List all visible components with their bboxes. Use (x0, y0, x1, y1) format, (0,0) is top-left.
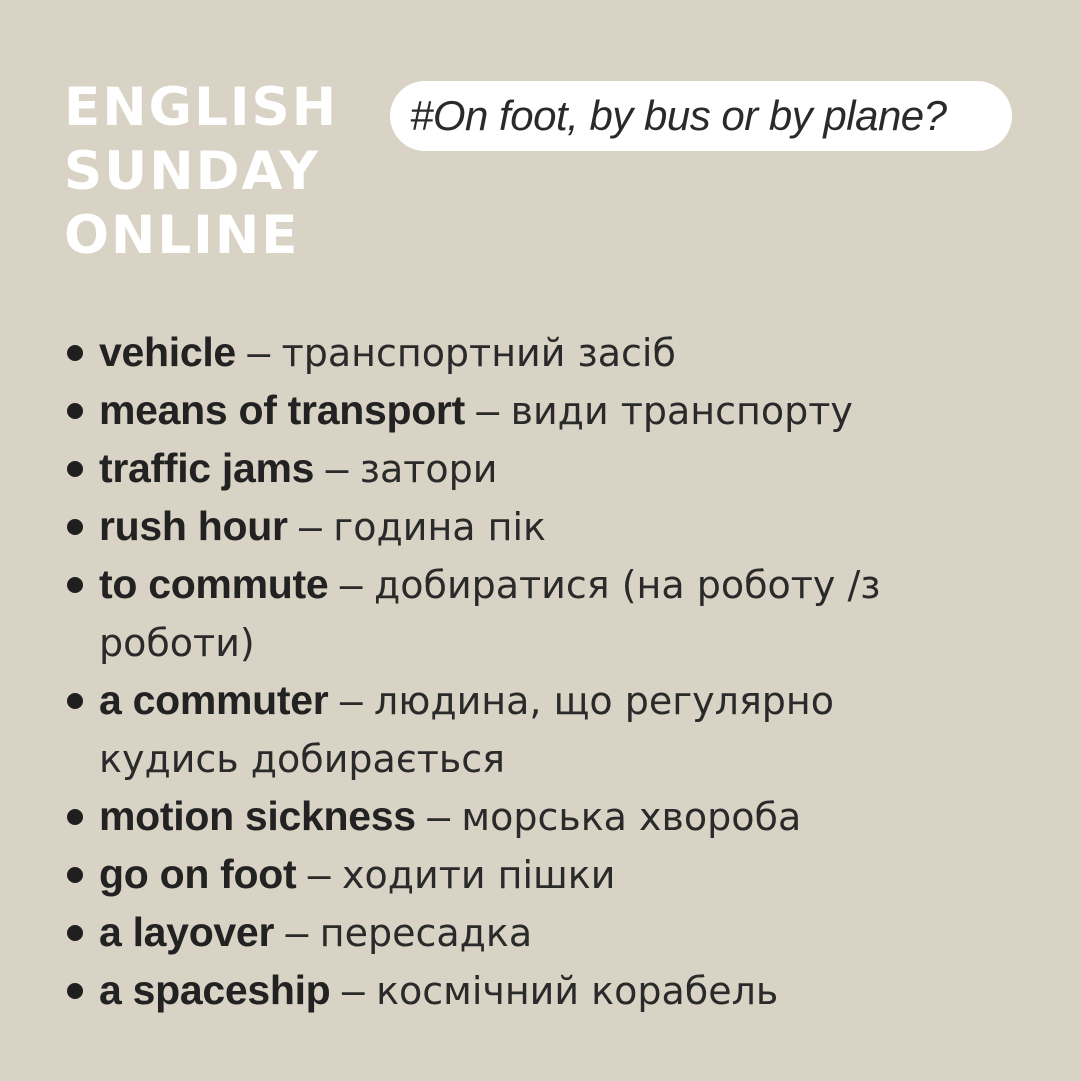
bullet-icon (67, 461, 83, 477)
brand-line-sunday: SUNDAY (64, 141, 320, 202)
bullet-icon (67, 345, 83, 361)
vocabulary-translation: ходити пішки (341, 853, 616, 897)
vocabulary-item: to commute – добиратися (на роботу /з ро… (64, 556, 939, 672)
vocabulary-term: a spaceship (99, 967, 331, 1013)
vocabulary-list: vehicle – транспортний засіб means of tr… (64, 324, 1024, 1020)
separator-dash: – (339, 561, 363, 607)
bullet-icon (67, 577, 83, 593)
vocabulary-item: go on foot – ходити пішки (64, 846, 1024, 904)
vocabulary-term: motion sickness (99, 793, 416, 839)
vocabulary-term: a commuter (99, 677, 329, 723)
vocabulary-translation: затори (359, 447, 498, 491)
separator-dash: – (247, 329, 271, 375)
brand-line-online: ONLINE (64, 205, 300, 266)
vocabulary-term: rush hour (99, 503, 288, 549)
bullet-icon (67, 867, 83, 883)
vocabulary-translation: година пік (333, 505, 547, 549)
vocabulary-item: means of transport – види транспорту (64, 382, 1024, 440)
brand-title: ENGLISH SUNDAY ONLINE (64, 76, 338, 268)
vocabulary-translation: пересадка (319, 911, 533, 955)
vocabulary-item: motion sickness – морська хвороба (64, 788, 1024, 846)
bullet-icon (67, 925, 83, 941)
separator-dash: – (339, 677, 363, 723)
separator-dash: – (427, 793, 450, 839)
vocabulary-term: to commute (99, 561, 329, 607)
vocabulary-item: vehicle – транспортний засіб (64, 324, 1024, 382)
vocabulary-item: traffic jams – затори (64, 440, 1024, 498)
vocabulary-term: go on foot (99, 851, 297, 897)
separator-dash: – (285, 909, 309, 955)
bullet-icon (67, 693, 83, 709)
vocabulary-translation: космічний корабель (376, 969, 779, 1013)
bullet-icon (67, 809, 83, 825)
separator-dash: – (299, 503, 322, 549)
bullet-icon (67, 519, 83, 535)
bullet-icon (67, 403, 83, 419)
vocabulary-term: a layover (99, 909, 275, 955)
vocabulary-translation: види транспорту (510, 389, 853, 433)
vocabulary-item: a spaceship – космічний корабель (64, 962, 1024, 1020)
vocabulary-translation: морська хвороба (461, 795, 802, 839)
vocabulary-term: means of transport (99, 387, 465, 433)
bullet-icon (67, 983, 83, 999)
brand-line-english: ENGLISH (64, 77, 339, 138)
separator-dash: – (476, 387, 500, 433)
vocabulary-item: a layover – пересадка (64, 904, 1024, 962)
vocabulary-term: vehicle (99, 329, 236, 375)
topic-hashtag-pill: #On foot, by bus or by plane? (390, 81, 1012, 151)
vocabulary-item: rush hour – година пік (64, 498, 1024, 556)
vocabulary-translation: транспортний засіб (281, 331, 676, 375)
vocabulary-term: traffic jams (99, 445, 315, 491)
separator-dash: – (325, 445, 349, 491)
separator-dash: – (341, 967, 365, 1013)
separator-dash: – (307, 851, 331, 897)
vocabulary-item: a commuter – людина, що регулярно кудись… (64, 672, 939, 788)
